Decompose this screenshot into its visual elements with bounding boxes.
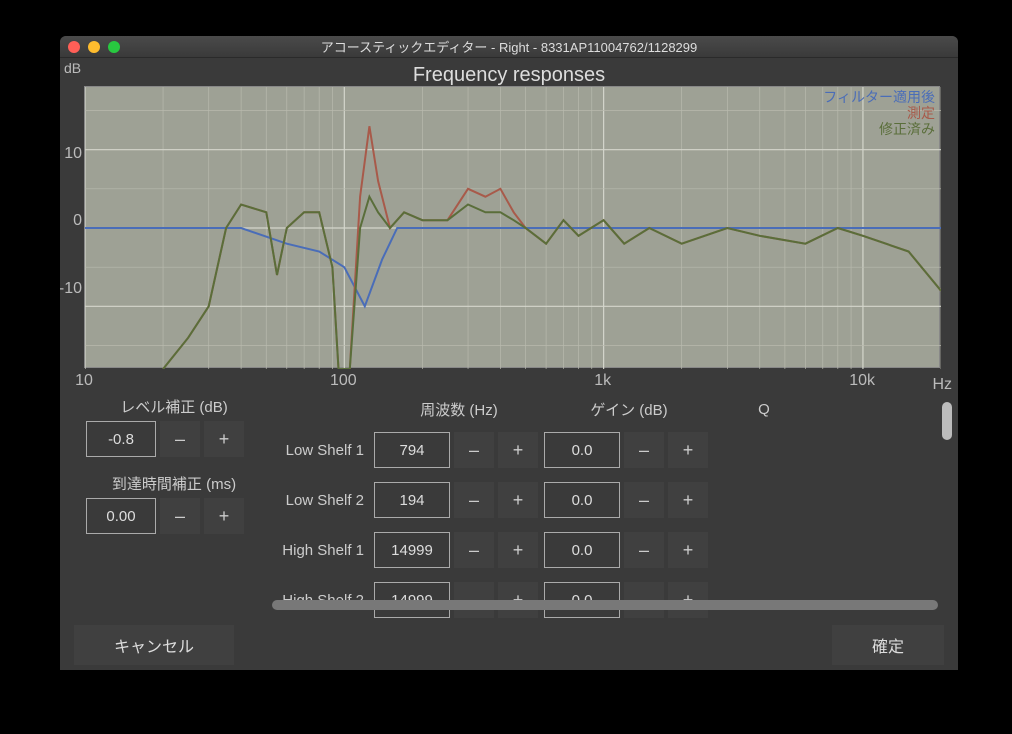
- frequency-response-chart: フィルター適用後 測定 修正済み: [84, 86, 940, 368]
- legend-filtered: フィルター適用後: [823, 89, 935, 105]
- level-minus-button[interactable]: –: [160, 421, 200, 457]
- left-column: レベル補正 (dB) -0.8 – + 到達時間補正 (ms) 0.00 – +: [74, 396, 274, 622]
- freq-minus-button[interactable]: –: [454, 532, 494, 568]
- freq-plus-button[interactable]: +: [498, 432, 538, 468]
- gain-plus-button[interactable]: +: [668, 432, 708, 468]
- level-plus-button[interactable]: +: [204, 421, 244, 457]
- arrival-minus-button[interactable]: –: [160, 498, 200, 534]
- band-grid: 周波数 (Hz) ゲイン (dB) Q Low Shelf 1 794 – + …: [274, 396, 944, 622]
- horizontal-scrollbar[interactable]: [272, 600, 938, 610]
- legend-measured: 測定: [823, 105, 935, 121]
- freq-minus-button[interactable]: –: [454, 482, 494, 518]
- band-name: High Shelf 1: [274, 542, 374, 559]
- band-freq-input[interactable]: 794: [374, 432, 450, 468]
- freq-plus-button[interactable]: +: [498, 532, 538, 568]
- y-tick: 10: [64, 145, 82, 163]
- gain-plus-button[interactable]: +: [668, 482, 708, 518]
- band-gain-input[interactable]: 0.0: [544, 432, 620, 468]
- vertical-scrollbar[interactable]: [942, 402, 952, 440]
- band-gain-input[interactable]: 0.0: [544, 532, 620, 568]
- gain-minus-button[interactable]: –: [624, 432, 664, 468]
- confirm-button[interactable]: 確定: [832, 625, 944, 665]
- y-ticks: 10 0 -10: [62, 86, 84, 368]
- legend-corrected: 修正済み: [823, 121, 935, 137]
- arrival-plus-button[interactable]: +: [204, 498, 244, 534]
- level-correction-input[interactable]: -0.8: [86, 421, 156, 457]
- footer: キャンセル 確定: [60, 620, 958, 670]
- editor-panel: レベル補正 (dB) -0.8 – + 到達時間補正 (ms) 0.00 – +…: [74, 396, 944, 600]
- cancel-button[interactable]: キャンセル: [74, 625, 234, 665]
- window-title: アコースティックエディター - Right - 8331AP11004762/1…: [60, 37, 958, 56]
- arrival-correction-label: 到達時間補正 (ms): [74, 473, 274, 494]
- freq-minus-button[interactable]: –: [454, 432, 494, 468]
- q-header: Q: [714, 401, 814, 418]
- x-tick: 1k: [594, 372, 611, 390]
- freq-plus-button[interactable]: +: [498, 482, 538, 518]
- band-gain-input[interactable]: 0.0: [544, 482, 620, 518]
- x-tick: 10k: [849, 372, 875, 390]
- editor-window: アコースティックエディター - Right - 8331AP11004762/1…: [60, 36, 958, 670]
- level-correction-label: レベル補正 (dB): [74, 396, 274, 417]
- legend: フィルター適用後 測定 修正済み: [823, 89, 935, 137]
- band-freq-input[interactable]: 194: [374, 482, 450, 518]
- y-tick: 0: [73, 212, 82, 230]
- chart-title: Frequency responses: [60, 64, 958, 87]
- arrival-correction-input[interactable]: 0.00: [86, 498, 156, 534]
- gain-header: ゲイン (dB): [544, 399, 714, 420]
- gain-minus-button[interactable]: –: [624, 482, 664, 518]
- gain-minus-button[interactable]: –: [624, 532, 664, 568]
- gain-plus-button[interactable]: +: [668, 532, 708, 568]
- band-freq-input[interactable]: 14999: [374, 532, 450, 568]
- band-name: Low Shelf 1: [274, 442, 374, 459]
- band-name: Low Shelf 2: [274, 492, 374, 509]
- x-tick: 10: [75, 372, 93, 390]
- x-axis-label: Hz: [932, 376, 952, 394]
- x-tick: 100: [330, 372, 357, 390]
- freq-header: 周波数 (Hz): [374, 399, 544, 420]
- titlebar: アコースティックエディター - Right - 8331AP11004762/1…: [60, 36, 958, 58]
- y-tick: -10: [60, 280, 82, 298]
